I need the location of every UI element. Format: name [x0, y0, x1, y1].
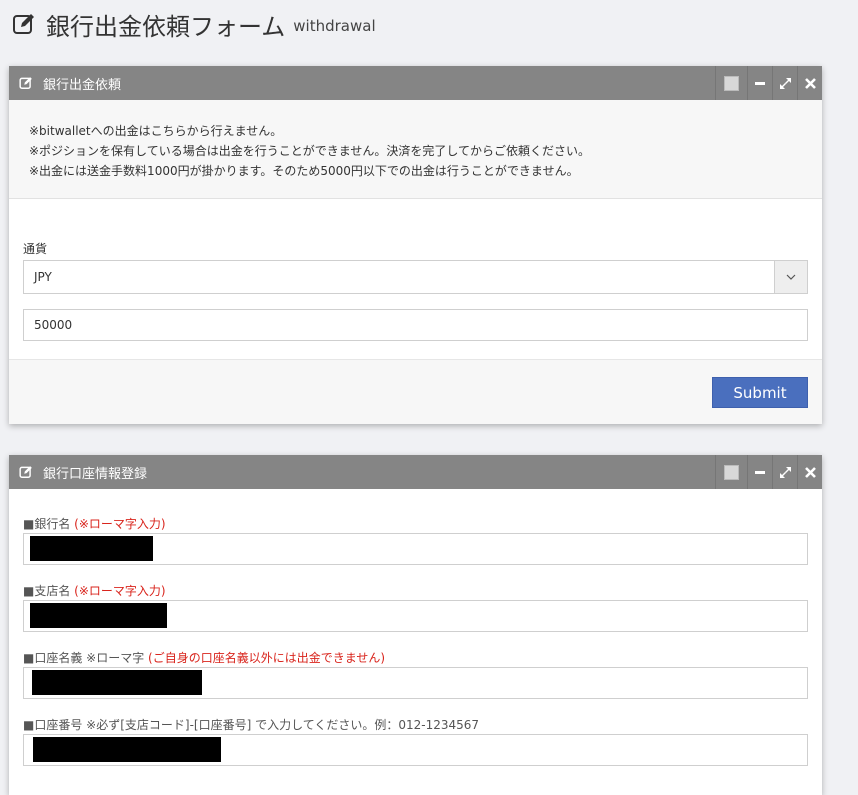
- close-icon: [804, 77, 816, 89]
- withdraw-panel: 銀行出金依頼 ※bitwalletへの出金はこちらから行えません。 ※ポジション…: [9, 66, 822, 424]
- bank-name-label: ■銀行名 (※ローマ字入力): [23, 517, 166, 531]
- bank-name-field: ■銀行名 (※ローマ字入力): [23, 515, 808, 582]
- bank-panel-heading: 銀行口座情報登録: [9, 455, 822, 489]
- account-holder-input[interactable]: [23, 667, 808, 699]
- account-holder-label: ■口座名義 ※ローマ字 (ご自身の口座名義以外には出金できません): [23, 651, 386, 665]
- account-number-input[interactable]: [23, 734, 808, 766]
- withdraw-form: 通貨 JPY: [9, 199, 822, 360]
- account-number-field: ■口座番号 ※必ず[支店コード]-[口座番号] で入力してください。例：012-…: [23, 716, 808, 783]
- edit-icon: [12, 11, 38, 37]
- page-header: 銀行出金依頼フォーム withdrawal: [12, 8, 376, 41]
- branch-name-input[interactable]: [23, 600, 808, 632]
- minimize-icon: [755, 82, 765, 85]
- redacted-value: [32, 670, 202, 695]
- panel-tools: [715, 455, 822, 489]
- minimize-button[interactable]: [747, 66, 772, 100]
- color-square-icon: [724, 75, 739, 91]
- withdraw-notice: ※bitwalletへの出金はこちらから行えません。 ※ポジションを保有している…: [9, 100, 822, 199]
- account-number-label: ■口座番号 ※必ず[支店コード]-[口座番号] で入力してください。例：012-…: [23, 718, 480, 732]
- submit-button[interactable]: Submit: [712, 377, 808, 408]
- expand-icon: [779, 77, 791, 89]
- color-picker-button[interactable]: [715, 66, 747, 100]
- bank-form: ■銀行名 (※ローマ字入力) ■支店名 (※ローマ字入力) ■口座名義 ※ローマ…: [9, 489, 822, 783]
- account-holder-field: ■口座名義 ※ローマ字 (ご自身の口座名義以外には出金できません): [23, 649, 808, 716]
- close-icon: [804, 466, 816, 478]
- chevron-down-icon[interactable]: [774, 261, 807, 293]
- bank-name-input[interactable]: [23, 533, 808, 565]
- minimize-icon: [755, 471, 765, 474]
- bank-panel: 銀行口座情報登録 ■銀行名 (※ローマ字入力) ■支店名 (※ローマ字入力) ■…: [9, 455, 822, 795]
- withdraw-panel-heading: 銀行出金依頼: [9, 66, 822, 100]
- bank-panel-title: 銀行口座情報登録: [43, 466, 148, 482]
- minimize-button[interactable]: [747, 455, 772, 489]
- notice-line: ※ポジションを保有している場合は出金を行うことができません。決済を完了してからご…: [29, 144, 590, 158]
- currency-select[interactable]: JPY: [23, 260, 808, 294]
- panel-tools: [715, 66, 822, 100]
- close-button[interactable]: [797, 66, 822, 100]
- withdraw-panel-title: 銀行出金依頼: [43, 77, 122, 93]
- color-picker-button[interactable]: [715, 455, 747, 489]
- amount-input[interactable]: [23, 309, 808, 341]
- withdraw-footer: Submit: [9, 360, 822, 424]
- expand-icon: [779, 466, 791, 478]
- notice-line: ※bitwalletへの出金はこちらから行えません。: [29, 124, 283, 138]
- edit-icon: [19, 464, 35, 480]
- currency-select-value: JPY: [34, 270, 52, 284]
- branch-name-label: ■支店名 (※ローマ字入力): [23, 584, 166, 598]
- redacted-value: [30, 536, 153, 561]
- redacted-value: [30, 603, 167, 628]
- notice-line: ※出金には送金手数料1000円が掛かります。そのため5000円以下での出金は行う…: [29, 164, 579, 178]
- edit-icon: [19, 75, 35, 91]
- required-note: (※ローマ字入力): [74, 517, 166, 531]
- required-note: (※ローマ字入力): [74, 584, 166, 598]
- fullscreen-button[interactable]: [772, 455, 797, 489]
- close-button[interactable]: [797, 455, 822, 489]
- redacted-value: [33, 737, 221, 762]
- page-subtitle: withdrawal: [293, 17, 376, 35]
- fullscreen-button[interactable]: [772, 66, 797, 100]
- color-square-icon: [724, 464, 739, 480]
- required-note: (ご自身の口座名義以外には出金できません): [148, 651, 386, 665]
- page-title: 銀行出金依頼フォーム: [46, 12, 286, 41]
- currency-label: 通貨: [23, 242, 48, 256]
- branch-name-field: ■支店名 (※ローマ字入力): [23, 582, 808, 649]
